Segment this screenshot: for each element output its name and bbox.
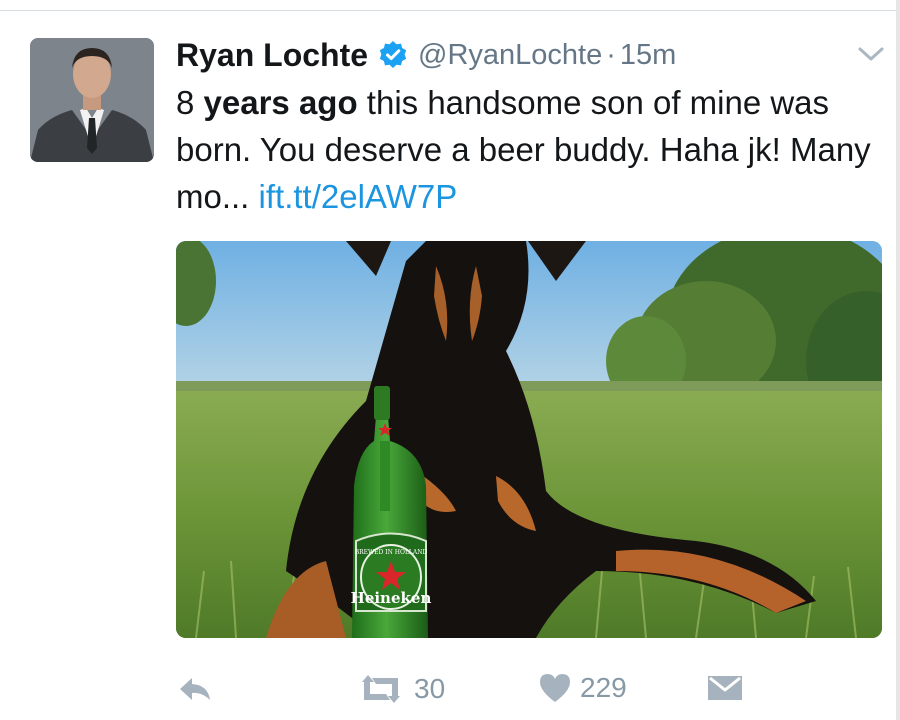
top-divider — [0, 10, 900, 11]
separator-dot: · — [606, 38, 616, 71]
author-handle[interactable]: @RyanLochte — [418, 39, 602, 72]
tweet-actions: 30 229 — [0, 660, 900, 720]
envelope-icon — [708, 676, 742, 700]
retweet-button[interactable]: 30 — [356, 672, 445, 706]
tweet-text-bold: years ago — [203, 84, 358, 121]
bottle-label-top: BREWED IN HOLLAND — [355, 549, 428, 556]
author-name[interactable]: Ryan Lochte — [176, 37, 368, 74]
photo-dog-with-beer: Heineken BREWED IN HOLLAND — [176, 241, 882, 638]
direct-message-button[interactable] — [706, 672, 744, 702]
retweet-icon — [362, 675, 400, 703]
tweet-media-photo[interactable]: Heineken BREWED IN HOLLAND — [176, 241, 882, 638]
avatar[interactable] — [30, 38, 154, 162]
like-count: 229 — [580, 672, 627, 703]
avatar-image — [30, 38, 154, 162]
retweet-count: 30 — [414, 673, 446, 704]
bottle-brand-label: Heineken — [351, 589, 432, 607]
chevron-down-icon[interactable] — [856, 44, 886, 64]
tweet-header: Ryan Lochte @RyanLochte · 15m — [176, 33, 676, 77]
heart-icon — [540, 674, 570, 702]
like-button[interactable]: 229 — [538, 672, 627, 704]
verified-badge-icon — [378, 40, 408, 70]
tweet-link[interactable]: ift.tt/2elAW7P — [259, 178, 458, 215]
tweet-text: 8 years ago this handsome son of mine wa… — [176, 79, 876, 220]
tweet-text-prefix: 8 — [176, 84, 204, 121]
tweet-timestamp[interactable]: 15m — [620, 39, 676, 72]
scroll-edge — [896, 0, 900, 720]
reply-icon — [180, 678, 210, 700]
reply-button[interactable] — [176, 672, 216, 706]
